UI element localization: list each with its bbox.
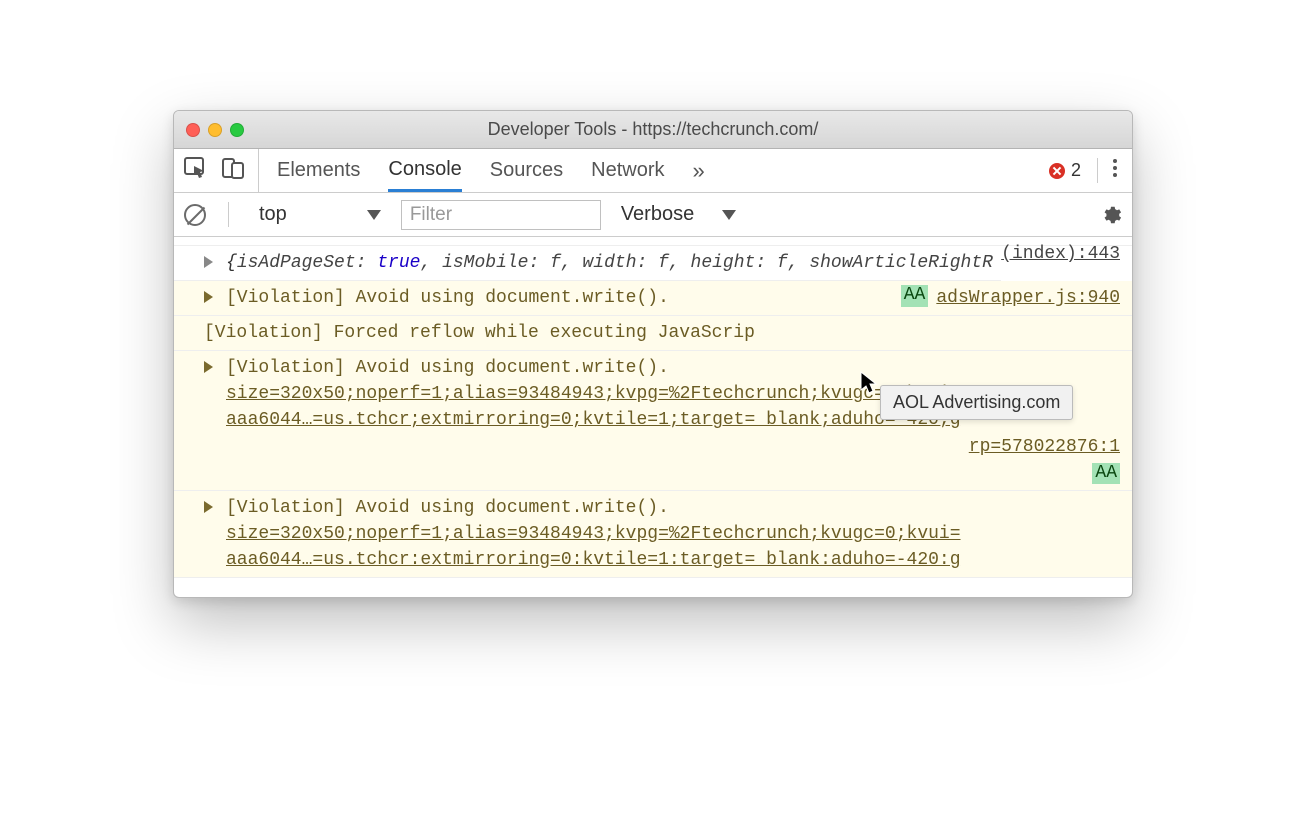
titlebar: Developer Tools - https://techcrunch.com… xyxy=(174,111,1132,149)
context-value: top xyxy=(259,203,287,226)
dock-menu-icon[interactable] xyxy=(1108,157,1122,184)
disclosure-triangle-icon[interactable] xyxy=(204,501,213,513)
error-count-value: 2 xyxy=(1071,160,1081,181)
window-title: Developer Tools - https://techcrunch.com… xyxy=(174,119,1132,140)
thirdparty-badge[interactable]: AA xyxy=(1092,463,1120,485)
chevron-down-icon xyxy=(367,210,381,220)
clear-console-button[interactable] xyxy=(184,204,206,226)
disclosure-triangle-icon[interactable] xyxy=(204,291,213,303)
level-value: Verbose xyxy=(621,203,694,226)
request-url-link[interactable]: rp=578022876:1 xyxy=(969,437,1120,457)
separator xyxy=(1097,158,1098,184)
level-dropdown[interactable]: Verbose xyxy=(613,200,744,229)
tab-network[interactable]: Network xyxy=(591,149,664,192)
disclosure-triangle-icon[interactable] xyxy=(204,256,213,268)
device-toggle-icon[interactable] xyxy=(222,157,244,184)
close-window-button[interactable] xyxy=(186,123,200,137)
request-url-link[interactable]: size=320x50;noperf=1;alias=93484943;kvpg… xyxy=(226,521,1120,547)
source-link[interactable]: (index):443 xyxy=(1001,241,1120,267)
tab-elements[interactable]: Elements xyxy=(277,149,360,192)
thirdparty-badge[interactable]: AA xyxy=(901,285,929,307)
source-link[interactable]: adsWrapper.js:940 xyxy=(936,285,1120,311)
context-dropdown[interactable]: top xyxy=(251,200,389,229)
violation-text: [Violation] Avoid using document.write()… xyxy=(226,358,669,378)
request-url-link[interactable]: aaa6044…=us.tchcr:extmirroring=0:kvtile=… xyxy=(226,547,1120,573)
badge-tooltip: AOL Advertising.com xyxy=(880,385,1073,420)
console-row-violation: [Violation] Forced reflow while executin… xyxy=(174,316,1132,351)
violation-text: [Violation] Avoid using document.write()… xyxy=(202,288,669,308)
more-tabs-button[interactable]: » xyxy=(693,158,705,184)
traffic-lights xyxy=(186,123,244,137)
console-filterbar: top Verbose xyxy=(174,193,1132,237)
devtools-tabbar: Elements Console Sources Network » 2 xyxy=(174,149,1132,193)
inspect-icon[interactable] xyxy=(184,157,208,184)
error-count[interactable]: 2 xyxy=(1043,160,1087,181)
console-row-violation: [Violation] Avoid using document.write()… xyxy=(174,351,1132,490)
separator xyxy=(228,202,229,228)
violation-text: [Violation] Avoid using document.write()… xyxy=(226,498,669,518)
console-row: (index):443 xyxy=(174,237,1132,246)
zoom-window-button[interactable] xyxy=(230,123,244,137)
error-icon xyxy=(1049,163,1065,179)
console-row-violation: [Violation] Avoid using document.write()… xyxy=(174,491,1132,578)
console-row-object[interactable]: {isAdPageSet: true, isMobile: f, width: … xyxy=(174,246,1001,281)
settings-button[interactable] xyxy=(1100,204,1122,226)
devtools-window: Developer Tools - https://techcrunch.com… xyxy=(173,110,1133,598)
chevron-down-icon xyxy=(722,210,736,220)
console-row-violation: adsWrapper.js:940 AA [Violation] Avoid u… xyxy=(174,281,1132,316)
tab-console[interactable]: Console xyxy=(388,149,461,192)
filter-input[interactable] xyxy=(401,200,601,230)
disclosure-triangle-icon[interactable] xyxy=(204,361,213,373)
minimize-window-button[interactable] xyxy=(208,123,222,137)
tab-sources[interactable]: Sources xyxy=(490,149,563,192)
violation-text: [Violation] Forced reflow while executin… xyxy=(202,323,755,343)
